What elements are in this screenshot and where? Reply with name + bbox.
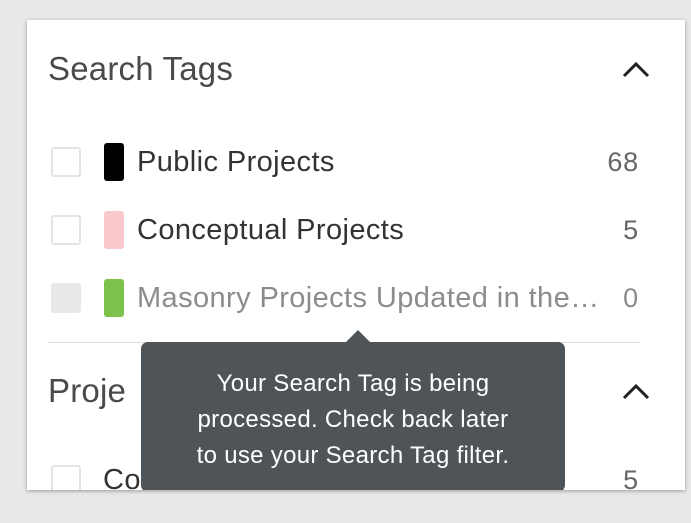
tag-checkbox[interactable]	[51, 147, 81, 177]
tag-label: Conceptual Projects	[137, 213, 405, 246]
tooltip-line: processed. Check back later	[197, 406, 509, 433]
tag-row-masonry-projects: Masonry Projects Updated in the Last 30 …	[51, 278, 639, 318]
chevron-up-icon[interactable]	[621, 376, 651, 406]
tag-row-conceptual-projects[interactable]: Conceptual Projects 5	[51, 210, 639, 250]
tag-count: 68	[607, 146, 639, 177]
tag-checkbox-disabled	[51, 283, 81, 313]
tag-color-swatch	[104, 211, 124, 249]
project-count: 5	[623, 464, 639, 491]
tag-color-swatch	[104, 143, 124, 181]
processing-tooltip: Your Search Tag is being processed. Chec…	[141, 342, 565, 490]
tag-count: 5	[623, 214, 639, 245]
search-tags-panel: Search Tags Public Projects 68 Conceptua…	[27, 20, 685, 490]
tag-label: Masonry Projects Updated in the Last 30 …	[137, 281, 607, 314]
tag-count: 0	[623, 282, 639, 313]
tag-row-public-projects[interactable]: Public Projects 68	[51, 142, 639, 182]
chevron-up-icon[interactable]	[621, 54, 651, 84]
tag-checkbox[interactable]	[51, 215, 81, 245]
tag-color-swatch	[104, 279, 124, 317]
tooltip-line: to use your Search Tag filter.	[196, 442, 510, 469]
tooltip-line: Your Search Tag is being	[216, 370, 490, 397]
projects-title: Proje	[48, 372, 127, 409]
project-checkbox[interactable]	[51, 465, 81, 490]
search-tags-header[interactable]: Search Tags	[48, 44, 651, 94]
tag-label: Public Projects	[137, 145, 335, 178]
search-tags-title: Search Tags	[48, 50, 234, 87]
